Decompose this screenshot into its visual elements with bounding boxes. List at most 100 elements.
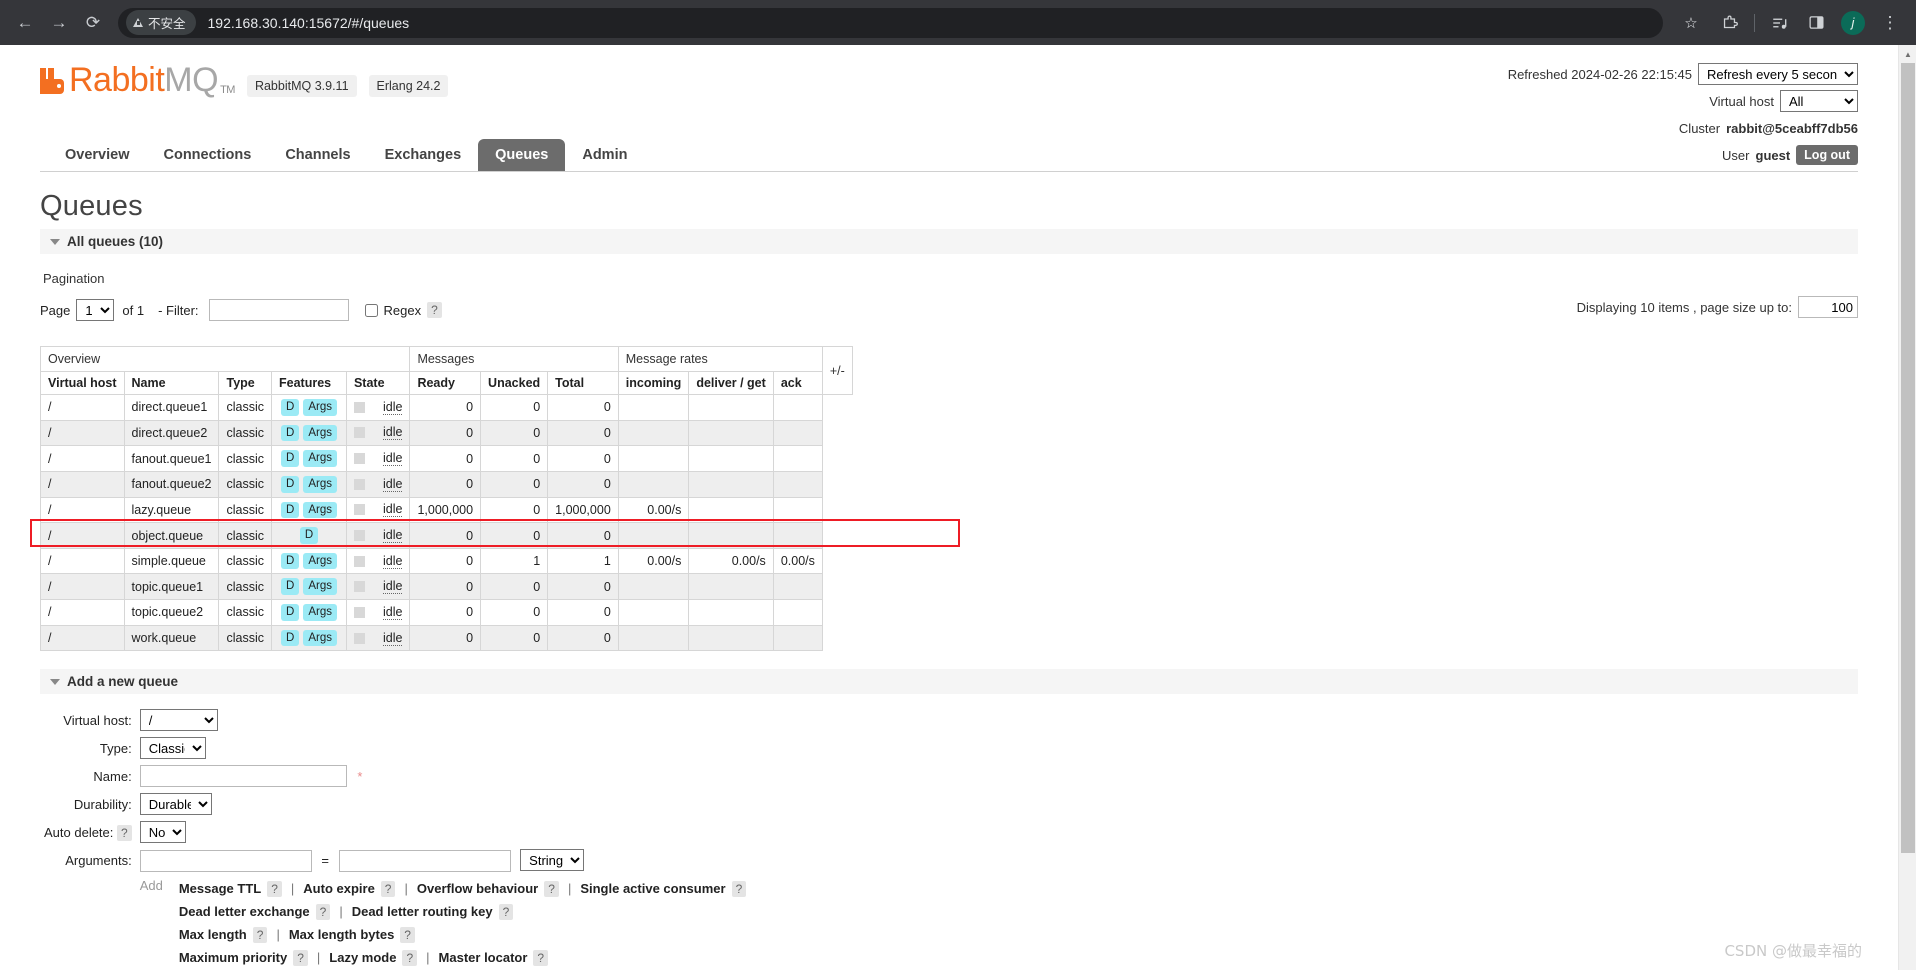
back-arrow-icon[interactable]: ← — [10, 8, 40, 38]
cell-queue-name[interactable]: lazy.queue — [123, 496, 220, 524]
add-argument-button[interactable]: Add — [140, 878, 163, 893]
preset-max-length[interactable]: Max length — [179, 927, 247, 942]
security-status-chip[interactable]: 不安全 — [126, 10, 196, 35]
preset-help-icon[interactable]: ? — [402, 949, 418, 966]
preset-dead-letter-exchange[interactable]: Dead letter exchange — [179, 904, 310, 919]
cell-queue-name[interactable]: simple.queue — [123, 547, 220, 575]
cell-queue-name[interactable]: fanout.queue2 — [123, 470, 220, 498]
page-scrollbar[interactable]: ▲ — [1898, 45, 1916, 970]
cell-queue-name[interactable]: fanout.queue1 — [123, 445, 220, 472]
all-queues-section-header[interactable]: All queues (10) — [40, 229, 1858, 254]
preset-help-icon[interactable]: ? — [498, 903, 514, 920]
form-name-input[interactable] — [139, 765, 347, 788]
table-row[interactable]: / fanout.queue2 classic D Args idle 0 0 0 — [40, 470, 853, 498]
address-bar[interactable]: 不安全 192.168.30.140:15672/#/queues — [118, 7, 1663, 38]
col-total[interactable]: Total — [547, 371, 619, 395]
form-argument-key-input[interactable] — [139, 849, 312, 872]
col-incoming[interactable]: incoming — [617, 371, 690, 395]
preset-help-icon[interactable]: ? — [267, 880, 282, 897]
preset-help-icon[interactable]: ? — [731, 880, 747, 897]
cell-queue-name[interactable]: topic.queue1 — [123, 573, 220, 601]
logout-button[interactable]: Log out — [1796, 145, 1858, 165]
extensions-icon[interactable] — [1713, 8, 1745, 38]
kebab-menu-icon[interactable]: ⋮ — [1874, 8, 1906, 38]
scrollbar-thumb[interactable] — [1901, 63, 1915, 853]
tab-exchanges[interactable]: Exchanges — [368, 139, 479, 171]
preset-max-length-bytes[interactable]: Max length bytes — [289, 927, 394, 942]
cell-queue-name[interactable]: topic.queue2 — [123, 599, 220, 626]
table-row[interactable]: / object.queue classic Didle 0 0 0 — [40, 522, 853, 549]
tab-queues[interactable]: Queues — [478, 139, 566, 171]
table-row[interactable]: / direct.queue2 classic D Args idle 0 0 0 — [40, 419, 853, 447]
cell-queue-name[interactable]: object.queue — [123, 522, 220, 549]
preset-help-icon[interactable]: ? — [544, 880, 559, 897]
bookmark-star-icon[interactable]: ☆ — [1673, 8, 1709, 38]
col-type[interactable]: Type — [218, 371, 272, 395]
preset-help-icon[interactable]: ? — [252, 926, 268, 943]
queue-name-link[interactable]: direct.queue1 — [132, 400, 208, 414]
cell-queue-name[interactable]: direct.queue2 — [123, 419, 220, 447]
col-virtual-host[interactable]: Virtual host — [40, 371, 125, 395]
cell-queue-name[interactable]: direct.queue1 — [123, 394, 220, 421]
vhost-select[interactable]: All — [1780, 90, 1858, 112]
form-type-select[interactable]: Classic — [139, 737, 206, 760]
preset-lazy-mode[interactable]: Lazy mode — [329, 950, 396, 965]
col-ack[interactable]: ack — [772, 371, 823, 395]
form-vhost-select[interactable]: / — [139, 709, 218, 732]
queue-name-link[interactable]: object.queue — [132, 529, 204, 543]
page-select[interactable]: 1 — [76, 299, 115, 321]
add-queue-section-header[interactable]: Add a new queue — [40, 669, 1858, 695]
preset-overflow-behaviour[interactable]: Overflow behaviour — [417, 881, 538, 896]
col-name[interactable]: Name — [123, 371, 220, 395]
regex-help-icon[interactable]: ? — [427, 302, 442, 318]
refresh-interval-select[interactable]: Refresh every 5 seconds — [1698, 63, 1858, 85]
preset-help-icon[interactable]: ? — [533, 949, 549, 966]
column-toggle-button[interactable]: +/- — [821, 346, 853, 395]
autodelete-help-icon[interactable]: ? — [117, 824, 132, 841]
preset-help-icon[interactable]: ? — [293, 949, 308, 966]
preset-single-active-consumer[interactable]: Single active consumer — [580, 881, 725, 896]
avatar[interactable]: j — [1841, 10, 1865, 35]
side-panel-icon[interactable] — [1800, 8, 1832, 38]
col-features[interactable]: Features — [271, 371, 347, 395]
preset-help-icon[interactable]: ? — [380, 880, 396, 897]
queue-name-link[interactable]: fanout.queue1 — [132, 452, 212, 466]
tab-connections[interactable]: Connections — [147, 139, 269, 171]
table-row[interactable]: / simple.queue classic D Args idle 0 1 1 0.00/s 0.… — [40, 547, 853, 575]
col-ready[interactable]: Ready — [409, 371, 482, 395]
table-row[interactable]: / fanout.queue1 classic D Args idle 0 0 0 — [40, 445, 853, 472]
table-row[interactable]: / lazy.queue classic D Args idle 1,000,000 0 1,0… — [40, 496, 853, 524]
tab-overview[interactable]: Overview — [48, 139, 147, 171]
table-row[interactable]: / topic.queue1 classic D Args idle 0 0 0 — [40, 573, 853, 601]
col-state[interactable]: State — [345, 371, 411, 395]
col-unacked[interactable]: Unacked — [480, 371, 549, 395]
preset-dead-letter-routing-key[interactable]: Dead letter routing key — [352, 904, 493, 919]
table-row[interactable]: / work.queue classic D Args idle 0 0 0 — [40, 624, 853, 652]
table-row[interactable]: / direct.queue1 classic D Args idle 0 0 0 — [40, 394, 853, 421]
preset-help-icon[interactable]: ? — [400, 926, 415, 943]
col-deliver-get[interactable]: deliver / get — [688, 371, 774, 395]
filter-input[interactable] — [208, 299, 349, 321]
queue-name-link[interactable]: topic.queue1 — [132, 580, 204, 594]
form-autodelete-select[interactable]: No — [139, 821, 186, 844]
forward-arrow-icon[interactable]: → — [44, 8, 74, 38]
form-argument-value-input[interactable] — [338, 849, 511, 872]
preset-maximum-priority[interactable]: Maximum priority — [179, 950, 287, 965]
queue-name-link[interactable]: simple.queue — [132, 554, 206, 568]
tab-channels[interactable]: Channels — [268, 139, 367, 171]
media-control-icon[interactable] — [1764, 8, 1796, 38]
form-durability-select[interactable]: Durable — [139, 793, 212, 816]
preset-master-locator[interactable]: Master locator — [439, 950, 528, 965]
queue-name-link[interactable]: work.queue — [132, 631, 197, 645]
preset-auto-expire[interactable]: Auto expire — [303, 881, 375, 896]
reload-icon[interactable]: ⟳ — [78, 8, 108, 38]
page-size-input[interactable] — [1798, 296, 1858, 318]
form-argument-type-select[interactable]: String — [520, 849, 585, 872]
queue-name-link[interactable]: direct.queue2 — [132, 426, 208, 440]
preset-help-icon[interactable]: ? — [315, 903, 331, 920]
regex-checkbox[interactable] — [364, 303, 378, 317]
queue-name-link[interactable]: fanout.queue2 — [132, 477, 212, 491]
table-row[interactable]: / topic.queue2 classic D Args idle 0 0 0 — [40, 599, 853, 626]
preset-message-ttl[interactable]: Message TTL — [179, 881, 261, 896]
rabbitmq-logo[interactable]: Rabbit MQ TM — [40, 61, 235, 100]
